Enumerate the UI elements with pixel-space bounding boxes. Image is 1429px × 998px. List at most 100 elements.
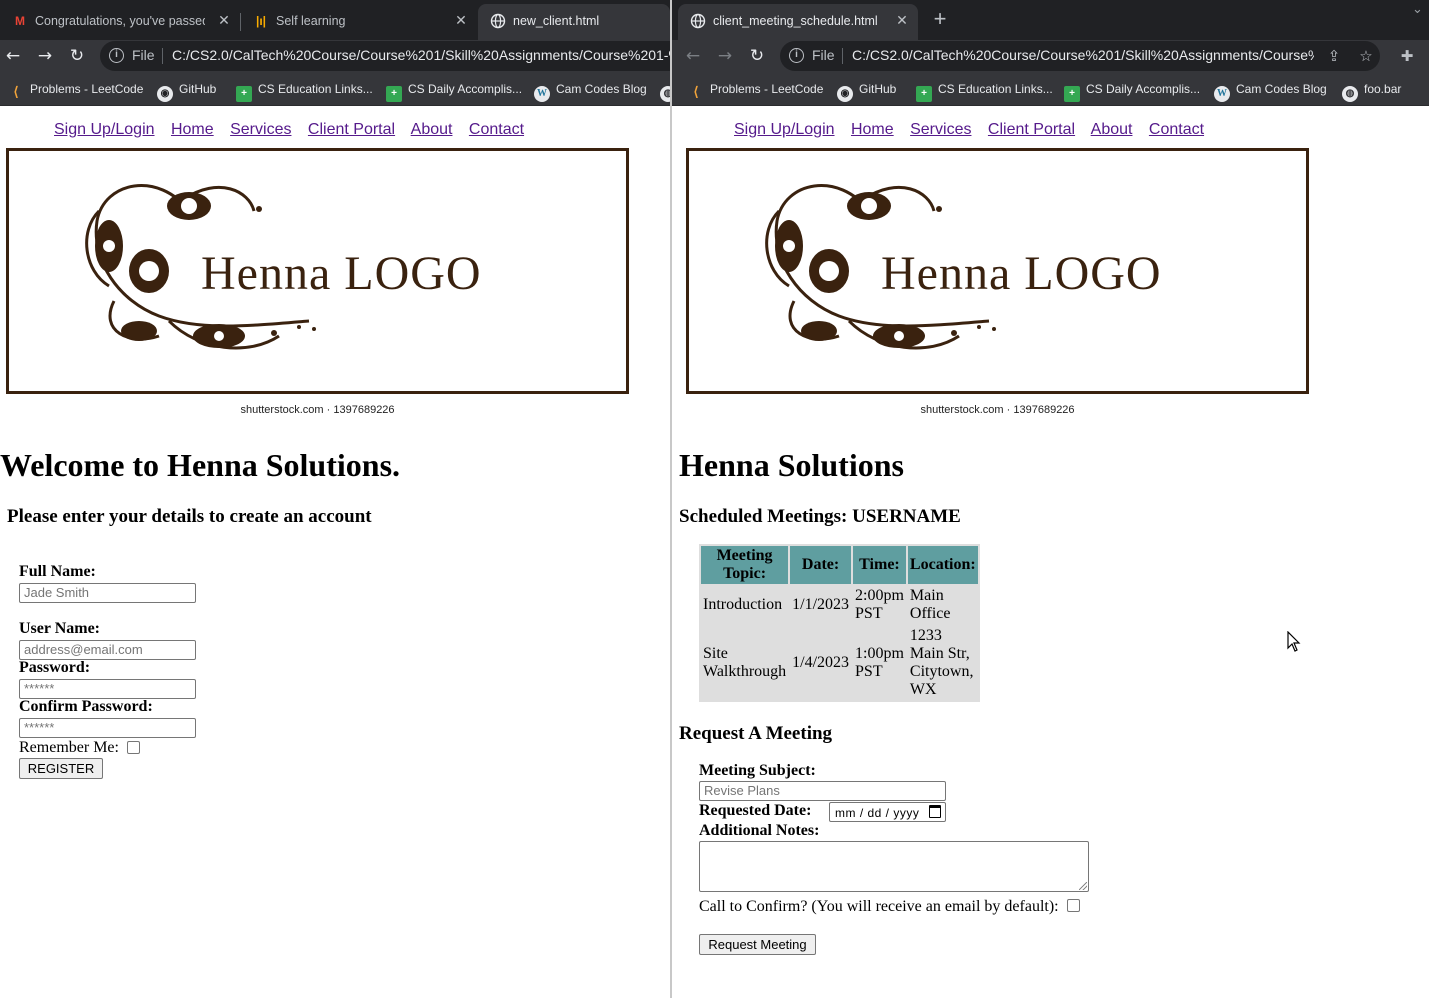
tab-meeting-schedule[interactable]: client_meeting_schedule.html ✕ (678, 4, 918, 40)
forward-arrow-icon[interactable]: → (714, 45, 736, 67)
additional-notes-textarea[interactable] (699, 841, 1089, 892)
bookmark-github[interactable]: ◉ GitHub (837, 80, 896, 102)
bookmarks-bar: ⟨ Problems - LeetCode ◉ GitHub + CS Educati… (0, 72, 670, 106)
tab-title: new_client.html (513, 14, 600, 28)
bookmark-foo-bar[interactable]: ◍ foo.bar (1342, 80, 1402, 102)
bookmark-leetcode[interactable]: ⟨ Problems - LeetCode (8, 80, 144, 99)
scheme-label: File (132, 47, 155, 63)
close-icon[interactable]: ✕ (894, 12, 910, 28)
page-title: Welcome to Henna Solutions. (0, 447, 401, 483)
google-doc-icon: + (1064, 86, 1080, 102)
toolbar: ← → ↻ i File C:/CS2.0/CalTech%20Course/C… (0, 40, 670, 72)
confirm-password-input[interactable]: ****** (19, 718, 196, 738)
col-header-time: Time: (853, 546, 906, 584)
tab-title: client_meeting_schedule.html (713, 14, 878, 28)
henna-logo-image: Henna LOGO (686, 148, 1309, 394)
request-meeting-button[interactable]: Request Meeting (699, 934, 816, 955)
bookmark-label: Problems - LeetCode (30, 82, 144, 96)
cell-date: 1/4/2023 (792, 654, 850, 671)
globe-icon: ◍ (1342, 86, 1358, 102)
globe-icon (690, 13, 706, 29)
requested-date-input[interactable]: mm / dd / yyyy (829, 802, 946, 822)
date-placeholder: mm / dd / yyyy (835, 806, 920, 820)
forward-arrow-icon[interactable]: → (34, 45, 56, 67)
nav-link-contact[interactable]: Contact (1149, 121, 1204, 138)
calendar-icon[interactable] (929, 805, 941, 818)
google-doc-icon: + (236, 86, 252, 102)
tab-gmail[interactable]: M Congratulations, you've passed y ✕ (0, 4, 240, 40)
toolbar: ← → ↻ i File C:/CS2.0/CalTech%20Course/C… (672, 40, 1429, 72)
back-arrow-icon[interactable]: ← (2, 45, 24, 67)
cell-time: 2:00pm PST (855, 587, 904, 622)
bookmark-github[interactable]: ◉ GitHub (157, 80, 216, 102)
nav-link-services[interactable]: Services (230, 121, 291, 138)
wordpress-icon: W (534, 86, 550, 102)
back-arrow-icon[interactable]: ← (682, 45, 704, 67)
resize-grip-icon[interactable] (1079, 882, 1087, 890)
nav-link-services[interactable]: Services (910, 121, 971, 138)
page-new-client: Sign Up/Login Home Services Client Porta… (0, 107, 670, 998)
info-icon[interactable]: i (789, 48, 804, 63)
leetcode-icon: ⟨ (13, 84, 19, 99)
scheme-label: File (812, 47, 835, 63)
bookmark-cs-daily[interactable]: + CS Daily Accomplis... (386, 80, 523, 102)
nav-link-client-portal[interactable]: Client Portal (308, 121, 395, 138)
github-icon: ◉ (157, 86, 173, 102)
tab-self-learning[interactable]: |ı| Self learning ✕ (241, 4, 477, 40)
bookmark-cam-codes[interactable]: W Cam Codes Blog (534, 80, 647, 102)
nav-link-home[interactable]: Home (851, 121, 894, 138)
omnibox-divider (842, 48, 843, 64)
star-icon[interactable]: ☆ (1355, 45, 1377, 67)
full-name-input[interactable]: Jade Smith (19, 583, 196, 603)
cell-time: 1:00pm PST (855, 645, 904, 680)
call-to-confirm-checkbox[interactable] (1067, 899, 1080, 912)
meeting-subject-input[interactable]: Revise Plans (699, 781, 946, 801)
reload-icon[interactable]: ↻ (746, 45, 768, 67)
mouse-cursor-icon (1287, 631, 1301, 652)
bookmark-leetcode[interactable]: ⟨ Problems - LeetCode (688, 80, 823, 99)
new-tab-plus-icon[interactable]: + (928, 8, 952, 32)
chart-bars-icon: |ı| (255, 14, 267, 28)
additional-notes-label: Additional Notes: (699, 822, 820, 839)
bookmark-label: CS Daily Accomplis... (408, 82, 523, 96)
share-icon[interactable]: ⇪ (1323, 45, 1345, 67)
reload-icon[interactable]: ↻ (66, 45, 88, 67)
bookmark-label: foo.bar (1364, 82, 1402, 96)
bookmark-cs-education[interactable]: + CS Education Links... (236, 80, 373, 102)
bookmark-cam-codes[interactable]: W Cam Codes Blog (1214, 80, 1327, 102)
bookmark-label: CS Daily Accomplis... (1086, 82, 1201, 96)
remember-me-checkbox[interactable] (127, 741, 140, 754)
nav-link-client-portal[interactable]: Client Portal (988, 121, 1075, 138)
url-text[interactable]: C:/CS2.0/CalTech%20Course/Course%201/Ski… (852, 47, 1314, 63)
bookmark-cs-education[interactable]: + CS Education Links... (916, 80, 1053, 102)
nav-link-about[interactable]: About (1091, 121, 1133, 138)
nav-link-contact[interactable]: Contact (469, 121, 524, 138)
close-icon[interactable]: ✕ (216, 12, 232, 28)
extensions-puzzle-icon[interactable]: ✚ (1396, 45, 1418, 67)
username-label: User Name: (19, 620, 101, 637)
browser-window-right: client_meeting_schedule.html ✕ + ⌄ ← → ↻… (672, 0, 1429, 998)
address-bar[interactable]: i File C:/CS2.0/CalTech%20Course/Course%… (780, 41, 1380, 71)
url-text[interactable]: C:/CS2.0/CalTech%20Course/Course%201/Ski… (172, 47, 670, 63)
bookmark-cs-daily[interactable]: + CS Daily Accomplis... (1064, 80, 1201, 102)
google-doc-icon: + (916, 86, 932, 102)
google-doc-icon: + (386, 86, 402, 102)
nav-link-signup[interactable]: Sign Up/Login (54, 121, 155, 138)
globe-icon (490, 13, 506, 29)
tab-search-chevron-icon[interactable]: ⌄ (1412, 2, 1423, 17)
bookmark-label: Cam Codes Blog (1236, 82, 1327, 96)
register-button[interactable]: REGISTER (19, 758, 103, 779)
address-bar[interactable]: i File C:/CS2.0/CalTech%20Course/Course%… (100, 41, 670, 71)
omnibox-divider (162, 48, 163, 64)
nav-link-about[interactable]: About (411, 121, 453, 138)
bookmark-overflow[interactable]: ◍ (660, 80, 670, 102)
nav-link-signup[interactable]: Sign Up/Login (734, 121, 835, 138)
nav-link-home[interactable]: Home (171, 121, 214, 138)
username-input[interactable]: address@email.com (19, 640, 196, 660)
password-input[interactable]: ****** (19, 679, 196, 699)
tab-new-client[interactable]: new_client.html (478, 4, 670, 40)
info-icon[interactable]: i (109, 48, 124, 63)
gmail-icon: M (15, 14, 25, 28)
close-icon[interactable]: ✕ (453, 12, 469, 28)
tab-title: Congratulations, you've passed y (35, 14, 205, 28)
